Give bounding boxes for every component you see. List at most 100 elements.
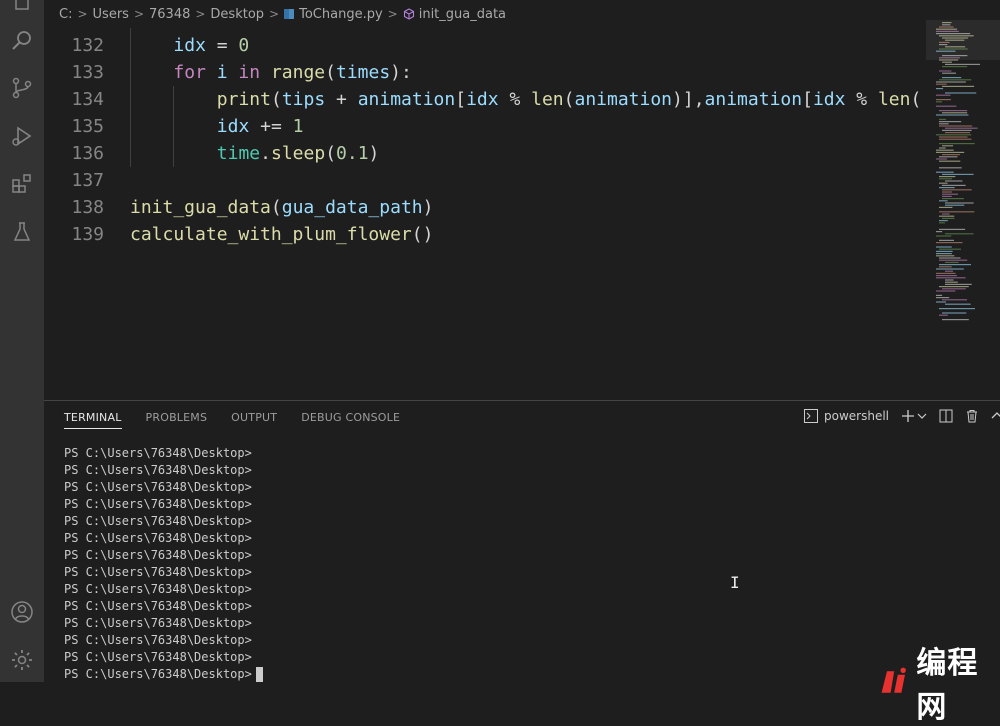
minimap-line xyxy=(939,222,946,224)
breadcrumb-item-desktop[interactable]: Desktop xyxy=(210,7,264,22)
minimap-line xyxy=(942,213,950,215)
terminal-line: PS C:\Users\76348\Desktop> xyxy=(64,479,263,496)
minimap-line xyxy=(942,154,960,156)
minimap-line xyxy=(936,275,957,277)
code-line: 137 xyxy=(44,167,926,194)
minimap-line xyxy=(936,268,964,270)
terminal-cursor xyxy=(255,667,263,682)
line-number: 132 xyxy=(71,35,104,56)
breadcrumb-separator: > xyxy=(269,7,280,21)
code-token: ( xyxy=(563,89,575,110)
breadcrumb-item-symbol[interactable]: init_gua_data xyxy=(403,7,506,22)
minimap-line xyxy=(945,132,971,134)
code-token: ( xyxy=(270,197,282,218)
run-debug-icon[interactable] xyxy=(6,120,38,152)
minimap-line xyxy=(945,279,954,281)
breadcrumb-item-user[interactable]: 76348 xyxy=(149,7,190,22)
code-token: i xyxy=(216,62,228,83)
minimap-line xyxy=(939,187,955,189)
code-token: idx xyxy=(173,35,206,56)
tab-terminal[interactable]: TERMINAL xyxy=(64,411,122,429)
search-icon[interactable] xyxy=(6,24,38,56)
terminal-prompt: PS C:\Users\76348\Desktop> xyxy=(64,548,252,562)
minimap-line xyxy=(936,149,954,151)
breadcrumb-separator: > xyxy=(195,7,206,21)
code-token: tips xyxy=(281,89,326,110)
minimap-line xyxy=(942,189,972,191)
minimap-line xyxy=(936,231,943,233)
minimap-line xyxy=(936,301,947,303)
breadcrumb-item-drive[interactable]: C: xyxy=(59,7,72,22)
terminal-prompt: PS C:\Users\76348\Desktop> xyxy=(64,565,252,579)
minimap-line xyxy=(939,248,961,250)
extensions-icon[interactable] xyxy=(6,168,38,200)
code-token: animation xyxy=(574,89,673,110)
terminal-line: PS C:\Users\76348\Desktop> xyxy=(64,615,263,632)
terminal-line: PS C:\Users\76348\Desktop> xyxy=(64,564,263,581)
testing-flask-icon[interactable] xyxy=(6,216,38,248)
code-text: idx += 1 xyxy=(217,113,304,140)
terminal-icon xyxy=(804,409,818,423)
breadcrumb-item-file[interactable]: ToChange.py xyxy=(284,7,383,22)
code-line: 135 idx += 1 xyxy=(44,113,926,140)
minimap-line xyxy=(942,66,968,68)
minimap-line xyxy=(936,83,947,85)
code-token: len xyxy=(877,89,911,110)
code-token: + xyxy=(325,89,358,110)
code-line: 132 idx = 0 xyxy=(44,32,926,59)
terminal-prompt: PS C:\Users\76348\Desktop> xyxy=(64,650,252,664)
code-token: in xyxy=(227,62,271,83)
line-number: 134 xyxy=(71,89,104,110)
minimap-line xyxy=(942,193,959,195)
explorer-icon[interactable] xyxy=(6,0,38,16)
minimap-line xyxy=(936,134,972,136)
terminal-line: PS C:\Users\76348\Desktop> xyxy=(64,666,263,683)
terminal-shell-selector[interactable]: powershell xyxy=(804,409,889,423)
minimap-line xyxy=(939,176,956,178)
chevron-down-icon xyxy=(917,413,927,419)
minimap-line xyxy=(939,143,975,145)
minimap-slider[interactable] xyxy=(926,20,1000,60)
minimap-line xyxy=(939,200,948,202)
code-token: sleep xyxy=(271,143,326,164)
minimap-line xyxy=(936,277,966,279)
code-text: calculate_with_plum_flower() xyxy=(130,221,433,248)
code-text: idx = 0 xyxy=(173,32,249,59)
split-icon xyxy=(939,409,953,423)
minimap-line xyxy=(939,314,948,316)
code-token: ( xyxy=(910,89,922,110)
minimap-line xyxy=(939,121,962,123)
minimap-line xyxy=(945,303,971,305)
terminal-dropdown-button[interactable] xyxy=(917,411,927,421)
code-token: init_gua_data xyxy=(130,197,271,218)
code-editor[interactable]: 132 idx = 0 133 for i in range(times): 134 pr… xyxy=(44,28,926,400)
split-terminal-button[interactable] xyxy=(939,409,953,423)
indent-guide xyxy=(130,28,131,167)
settings-gear-icon[interactable] xyxy=(6,644,38,676)
minimap-line xyxy=(942,112,968,114)
minimap-line xyxy=(942,299,968,301)
tab-problems[interactable]: PROBLEMS xyxy=(146,411,208,429)
breadcrumb-item-users[interactable]: Users xyxy=(93,7,129,22)
source-control-icon[interactable] xyxy=(6,72,38,104)
code-token: idx xyxy=(216,116,250,137)
minimap-line xyxy=(942,173,974,175)
minimap-line xyxy=(939,228,966,230)
minimap-line xyxy=(939,79,972,81)
minimap-line xyxy=(942,61,952,63)
minimap-line xyxy=(945,281,958,283)
minimap-line xyxy=(939,136,968,138)
minimap[interactable] xyxy=(926,20,1000,400)
account-icon[interactable] xyxy=(6,596,38,628)
kill-terminal-button[interactable] xyxy=(965,409,979,423)
new-terminal-button[interactable] xyxy=(901,409,915,423)
line-number: 138 xyxy=(71,197,104,218)
code-token: ( xyxy=(325,62,336,83)
tab-output[interactable]: OUTPUT xyxy=(231,411,277,429)
maximize-panel-button[interactable] xyxy=(991,410,1000,422)
minimap-line xyxy=(936,114,969,116)
code-token: len xyxy=(531,89,564,110)
tab-debug-console[interactable]: DEBUG CONSOLE xyxy=(301,411,400,429)
minimap-line xyxy=(939,215,955,217)
terminal-output[interactable]: PS C:\Users\76348\Desktop> PS C:\Users\76… xyxy=(64,445,263,683)
